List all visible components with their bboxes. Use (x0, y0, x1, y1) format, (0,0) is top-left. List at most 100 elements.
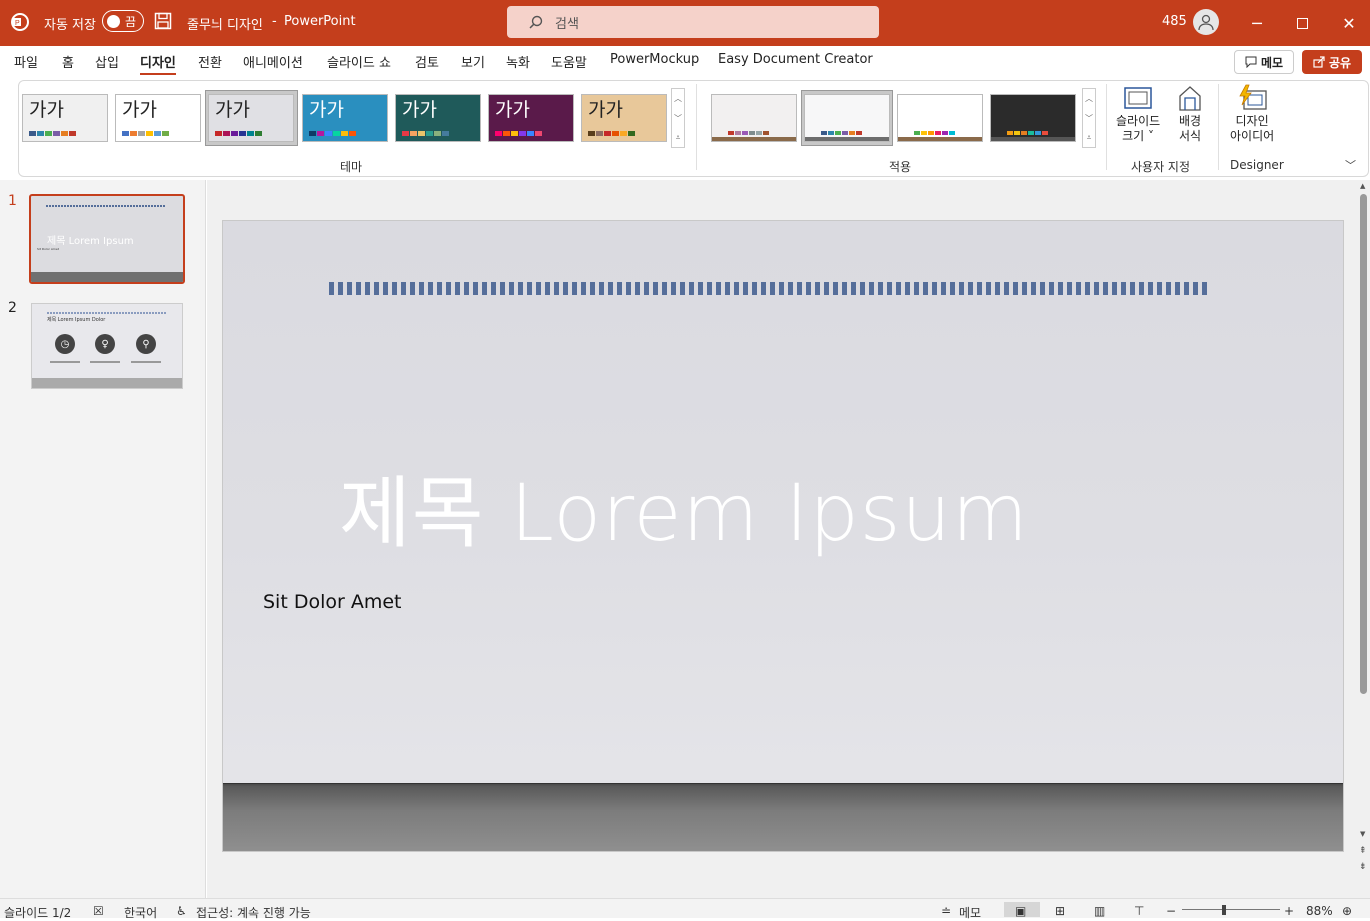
slide-subtitle[interactable]: Sit Dolor Amet (263, 591, 401, 613)
theme-option-5[interactable]: 가가 (395, 94, 481, 142)
maximize-button[interactable] (1289, 10, 1315, 36)
tab-view[interactable]: 보기 (461, 52, 485, 71)
share-icon (1313, 56, 1325, 68)
vertical-scrollbar[interactable]: ▲ ▼ ⇞ ⇟ (1357, 180, 1370, 898)
theme-option-4[interactable]: 가가 (302, 94, 388, 142)
scroll-down-icon[interactable]: ▼ (1360, 830, 1365, 838)
autosave-label: 자동 저장 (44, 18, 96, 33)
close-button[interactable]: ✕ (1336, 10, 1362, 36)
tab-transitions[interactable]: 전환 (198, 52, 222, 71)
tab-record[interactable]: 녹화 (506, 52, 530, 71)
scroll-thumb[interactable] (1360, 194, 1367, 694)
normal-view-icon: ▣ (1015, 904, 1027, 918)
tab-easy-document-creator[interactable]: Easy Document Creator (718, 52, 873, 67)
autosave-toggle[interactable]: 끔 (102, 10, 144, 32)
collapse-ribbon-icon[interactable]: ﹀ (1345, 157, 1356, 173)
variant-option-3[interactable] (897, 94, 983, 142)
tab-design[interactable]: 디자인 (140, 52, 176, 75)
save-icon[interactable] (154, 12, 172, 30)
slide-thumbnail-2[interactable]: 제목 Lorem Ipsum Dolor ◷ ♀ ⚲ (31, 303, 183, 389)
tab-file[interactable]: 파일 (14, 52, 38, 71)
thumb-title: 제목 Lorem Ipsum (47, 236, 134, 247)
theme-option-7[interactable]: 가가 (581, 94, 667, 142)
tab-animations[interactable]: 애니메이션 (243, 52, 303, 71)
fit-to-window-icon[interactable]: ⊕ (1342, 904, 1352, 918)
minimize-button[interactable]: ─ (1244, 10, 1270, 36)
slide-number: 2 (8, 300, 17, 316)
slide-title[interactable]: 제목 Lorem Ipsum (339, 451, 1029, 563)
title-bar: P 자동 저장 끔 줄무늬 디자인 - PowerPoint 검색 485 ─ … (0, 0, 1370, 46)
tab-insert[interactable]: 삽입 (95, 52, 119, 71)
format-bg-label-2: 서식 (1178, 129, 1202, 143)
title-separator: - (272, 14, 277, 29)
designer-group-label: Designer (1230, 158, 1284, 172)
format-bg-label-1: 배경 (1178, 114, 1202, 128)
theme-sample-text: 가가 (29, 99, 64, 121)
variant-option-1[interactable] (711, 94, 797, 142)
variant-floor (898, 137, 982, 141)
previous-slide-icon[interactable]: ⇞ (1359, 846, 1367, 856)
variant-option-2[interactable] (804, 94, 890, 142)
tab-review[interactable]: 검토 (415, 52, 439, 71)
accessibility-status[interactable]: 접근성: 계속 진행 가능 (196, 904, 311, 921)
zoom-level[interactable]: 88% (1306, 904, 1333, 918)
thumb-caption (131, 361, 161, 363)
search-icon (529, 15, 543, 29)
slideshow-icon[interactable]: ⊤ (1134, 904, 1144, 918)
avatar[interactable] (1193, 9, 1219, 35)
theme-option-3[interactable]: 가가 (208, 94, 294, 142)
design-ideas-button[interactable]: 디자인 아이디어 (1230, 84, 1274, 144)
ribbon-separator (696, 84, 697, 170)
slide-thumbnail-1[interactable]: 제목 Lorem Ipsum Sit Dolor Amet (29, 194, 185, 284)
theme-color-swatches (588, 131, 635, 136)
spellcheck-icon[interactable]: ☒ (93, 904, 104, 918)
slide-size-icon (1124, 87, 1152, 109)
tab-powermockup[interactable]: PowerMockup (610, 52, 699, 67)
zoom-slider-thumb[interactable] (1222, 905, 1226, 915)
zoom-out-icon[interactable]: − (1166, 904, 1176, 918)
zoom-slider[interactable] (1182, 909, 1280, 910)
slide-size-button[interactable]: 슬라이드 크기 ˅ (1116, 84, 1160, 144)
variant-color-swatches (821, 131, 862, 135)
variant-floor (805, 137, 889, 141)
slide-sorter-icon[interactable]: ⊞ (1055, 904, 1065, 918)
search-box[interactable]: 검색 (507, 6, 879, 38)
theme-option-2[interactable]: 가가 (115, 94, 201, 142)
theme-option-6[interactable]: 가가 (488, 94, 574, 142)
variants-group-label: 적용 (889, 160, 912, 174)
design-ideas-label-1: 디자인 (1235, 114, 1269, 128)
slide-size-label-2: 크기 ˅ (1122, 129, 1155, 143)
slide-canvas[interactable]: 제목 Lorem Ipsum Sit Dolor Amet (222, 220, 1344, 852)
notes-button[interactable]: 메모 (959, 904, 981, 921)
autosave-state: 끔 (124, 14, 136, 29)
tab-slideshow[interactable]: 슬라이드 쇼 (327, 52, 391, 71)
tab-help[interactable]: 도움말 (551, 52, 587, 71)
slide-stripe-decoration (329, 282, 1209, 295)
theme-sample-text: 가가 (402, 99, 437, 121)
theme-gallery-scroll[interactable]: ︿ ﹀ ⩡ (671, 88, 685, 148)
theme-sample-text: 가가 (215, 99, 250, 121)
theme-color-swatches (495, 131, 542, 136)
thumb-stripe (46, 205, 166, 207)
format-background-button[interactable]: 배경 서식 (1176, 84, 1204, 144)
scroll-up-icon[interactable]: ▲ (1360, 182, 1365, 190)
variant-option-4[interactable] (990, 94, 1076, 142)
slides-panel: 1 제목 Lorem Ipsum Sit Dolor Amet 2 제목 Lor… (0, 180, 206, 898)
language-indicator[interactable]: 한국어 (124, 904, 157, 921)
reading-view-icon[interactable]: ▥ (1094, 904, 1105, 918)
theme-option-1[interactable]: 가가 (22, 94, 108, 142)
variant-gallery-scroll[interactable]: ︿ ﹀ ⩡ (1082, 88, 1096, 148)
theme-color-swatches (215, 131, 262, 136)
slide-number: 1 (8, 193, 17, 209)
next-slide-icon[interactable]: ⇟ (1359, 862, 1367, 872)
thumb-caption (50, 361, 80, 363)
share-button[interactable]: 공유 (1302, 50, 1362, 74)
slide-position: 슬라이드 1/2 (4, 906, 72, 920)
tab-home[interactable]: 홈 (62, 52, 74, 71)
memo-button[interactable]: 메모 (1234, 50, 1294, 74)
user-icon (1198, 14, 1214, 31)
share-label: 공유 (1328, 55, 1352, 70)
svg-text:P: P (15, 20, 20, 27)
notes-icon: ≐ (941, 904, 952, 918)
zoom-in-icon[interactable]: + (1284, 904, 1294, 918)
